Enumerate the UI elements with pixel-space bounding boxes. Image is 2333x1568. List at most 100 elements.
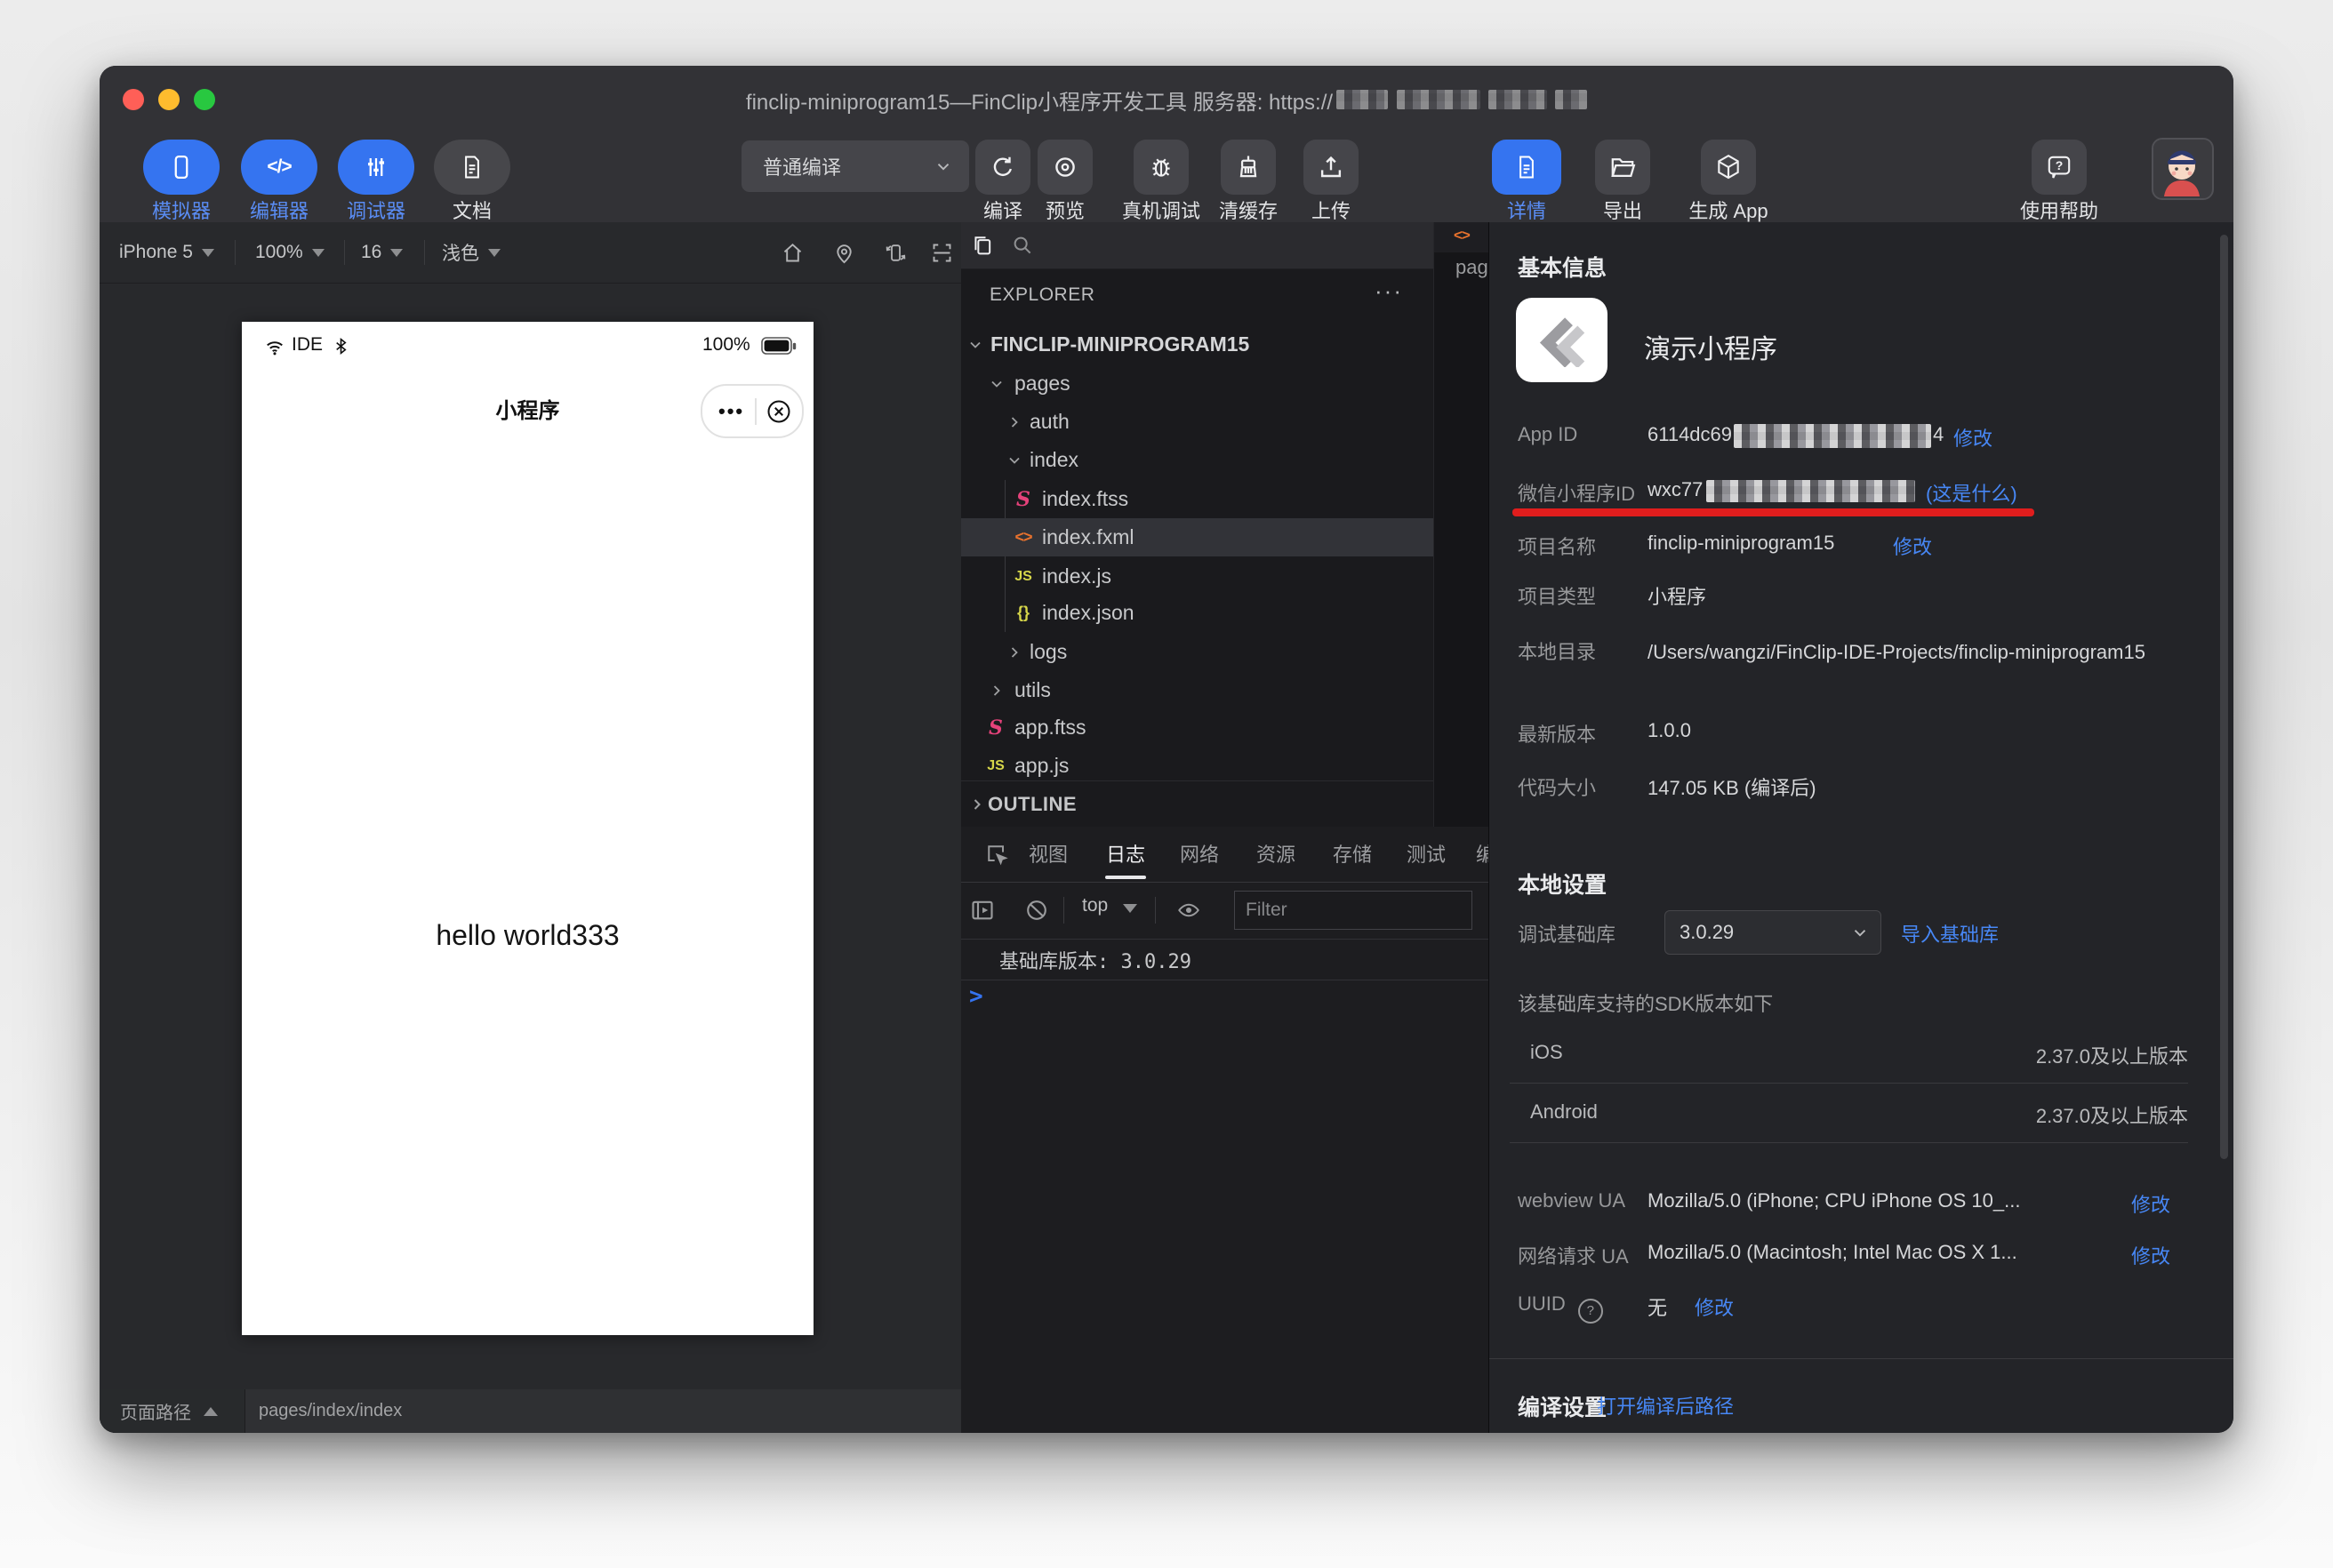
help-button[interactable]: ? bbox=[2032, 140, 2087, 195]
console-filter-input[interactable] bbox=[1234, 891, 1472, 930]
drawer-toggle-icon[interactable] bbox=[969, 897, 996, 924]
copy-files-icon[interactable] bbox=[970, 233, 995, 258]
tree-item-index-ftss[interactable]: S index.ftss bbox=[961, 480, 1433, 518]
tree-item-root[interactable]: FINCLIP-MINIPROGRAM15 bbox=[961, 325, 1433, 364]
chevron-down-icon bbox=[1006, 452, 1023, 469]
close-window-button[interactable] bbox=[123, 89, 144, 110]
close-miniprogram-button[interactable] bbox=[766, 398, 792, 425]
explorer-title: EXPLORER bbox=[990, 284, 1094, 306]
details-button[interactable] bbox=[1492, 140, 1561, 195]
question-circle-icon: ? bbox=[1578, 1299, 1603, 1324]
debugger-toggle-button[interactable] bbox=[338, 140, 414, 195]
battery-percent-label: 100% bbox=[702, 334, 750, 356]
uuid-label: UUID? bbox=[1518, 1292, 1603, 1324]
tab-compile[interactable]: 编译 bbox=[1476, 827, 1488, 880]
help-button-label: 使用帮助 bbox=[2020, 201, 2098, 222]
editor-breadcrumb: pag bbox=[1455, 256, 1489, 279]
js-file-icon: JS bbox=[1012, 569, 1035, 585]
eye-icon[interactable] bbox=[1175, 898, 1202, 923]
svg-text:?: ? bbox=[2056, 158, 2064, 172]
tab-resources[interactable]: 资源 bbox=[1256, 827, 1295, 880]
broom-icon bbox=[1234, 153, 1263, 181]
tree-item-logs[interactable]: logs bbox=[961, 633, 1433, 671]
device-debug-button[interactable] bbox=[1134, 140, 1189, 195]
bug-icon bbox=[1147, 153, 1175, 181]
console-log-row[interactable]: 基础库版本: 3.0.29 bbox=[961, 939, 1488, 980]
edit-uuid-link[interactable]: 修改 bbox=[1695, 1292, 1734, 1321]
json-file-icon: {} bbox=[1012, 604, 1035, 622]
compile-settings-header: 编译设置 bbox=[1518, 1390, 1607, 1422]
tab-log[interactable]: 日志 bbox=[1106, 827, 1145, 880]
help-bubble-icon: ? bbox=[2045, 153, 2073, 181]
page-path-toggle[interactable]: 页面路径 bbox=[100, 1389, 245, 1433]
open-compiled-path-link[interactable]: 打开编译后路径 bbox=[1597, 1391, 1734, 1420]
compile-mode-select[interactable]: 普通编译 bbox=[742, 140, 969, 192]
edit-network-ua-link[interactable]: 修改 bbox=[2131, 1241, 2170, 1269]
minimize-window-button[interactable] bbox=[158, 89, 180, 110]
outline-section-header[interactable]: OUTLINE bbox=[961, 780, 1433, 828]
more-menu-button[interactable]: ••• bbox=[718, 400, 744, 423]
debug-lib-select[interactable]: 3.0.29 bbox=[1664, 910, 1881, 955]
edit-app-id-link[interactable]: 修改 bbox=[1953, 423, 1992, 452]
webview-ua-label: webview UA bbox=[1518, 1189, 1625, 1212]
tree-item-index-fxml[interactable]: <> index.fxml bbox=[961, 518, 1433, 556]
docs-button[interactable] bbox=[434, 140, 510, 195]
explorer-topbar bbox=[961, 222, 1433, 269]
scan-frame-button[interactable] bbox=[930, 222, 954, 283]
clear-cache-button[interactable] bbox=[1221, 140, 1276, 195]
upload-button[interactable] bbox=[1303, 140, 1359, 195]
editor-tab[interactable]: <> bbox=[1434, 222, 1489, 252]
simulator-toggle-button[interactable] bbox=[143, 140, 220, 195]
location-pin-button[interactable] bbox=[832, 222, 856, 283]
bluetooth-icon bbox=[331, 336, 351, 356]
tree-item-index-js[interactable]: JS index.js bbox=[961, 557, 1433, 596]
tab-network[interactable]: 网络 bbox=[1180, 827, 1219, 880]
font-size-select[interactable]: 16 bbox=[361, 222, 403, 283]
compile-button[interactable] bbox=[975, 140, 1030, 195]
tab-storage[interactable]: 存储 bbox=[1333, 827, 1372, 880]
console-prompt[interactable]: > bbox=[969, 983, 983, 1010]
tree-item-utils[interactable]: utils bbox=[961, 671, 1433, 709]
tree-item-app-js[interactable]: JS app.js bbox=[961, 747, 1433, 785]
device-select[interactable]: iPhone 5 bbox=[119, 222, 214, 283]
debug-lib-label: 调试基础库 bbox=[1518, 919, 1615, 948]
context-select[interactable]: top bbox=[1082, 895, 1108, 916]
device-debug-button-label: 真机调试 bbox=[1122, 201, 1200, 222]
edit-webview-ua-link[interactable]: 修改 bbox=[2131, 1189, 2170, 1218]
zoom-select[interactable]: 100% bbox=[255, 222, 325, 283]
tree-item-app-ftss[interactable]: S app.ftss bbox=[961, 708, 1433, 747]
inspect-element-icon[interactable] bbox=[984, 842, 1009, 867]
what-is-this-link[interactable]: (这是什么) bbox=[1926, 478, 2017, 507]
user-avatar[interactable] bbox=[2152, 138, 2214, 200]
clear-console-icon[interactable] bbox=[1024, 898, 1049, 923]
import-lib-link[interactable]: 导入基础库 bbox=[1901, 919, 1999, 948]
chevron-down-icon bbox=[488, 249, 501, 257]
generate-app-button[interactable] bbox=[1701, 140, 1756, 195]
app-icon bbox=[1516, 298, 1607, 382]
theme-select[interactable]: 浅色 bbox=[442, 222, 501, 283]
edit-project-name-link[interactable]: 修改 bbox=[1893, 532, 1932, 560]
rotate-device-button[interactable] bbox=[884, 222, 908, 283]
tree-item-index[interactable]: index bbox=[961, 441, 1433, 479]
home-button[interactable] bbox=[781, 222, 805, 283]
preview-button-label: 预览 bbox=[1046, 201, 1085, 222]
clear-cache-button-label: 清缓存 bbox=[1219, 201, 1278, 222]
refresh-icon bbox=[989, 153, 1017, 181]
search-icon[interactable] bbox=[1010, 233, 1035, 258]
tab-test[interactable]: 测试 bbox=[1407, 827, 1446, 880]
tree-item-index-json[interactable]: {} index.json bbox=[961, 594, 1433, 632]
basic-info-header: 基本信息 bbox=[1518, 251, 1607, 283]
preview-button[interactable] bbox=[1038, 140, 1093, 195]
zoom-window-button[interactable] bbox=[194, 89, 215, 110]
redacted-server-url bbox=[1336, 90, 1388, 109]
export-button[interactable] bbox=[1595, 140, 1650, 195]
panel-scrollbar[interactable] bbox=[2220, 235, 2228, 1159]
tree-item-pages[interactable]: pages bbox=[961, 364, 1433, 403]
redacted-server-url bbox=[1397, 90, 1480, 109]
tree-item-auth[interactable]: auth bbox=[961, 403, 1433, 441]
tab-view[interactable]: 视图 bbox=[1029, 827, 1068, 880]
folder-icon bbox=[1608, 153, 1637, 181]
explorer-more-button[interactable]: ··· bbox=[1375, 277, 1403, 305]
phone-screen: IDE 100% 小程序 ••• hello world333 bbox=[242, 322, 814, 1335]
editor-toggle-button[interactable]: </> bbox=[241, 140, 317, 195]
